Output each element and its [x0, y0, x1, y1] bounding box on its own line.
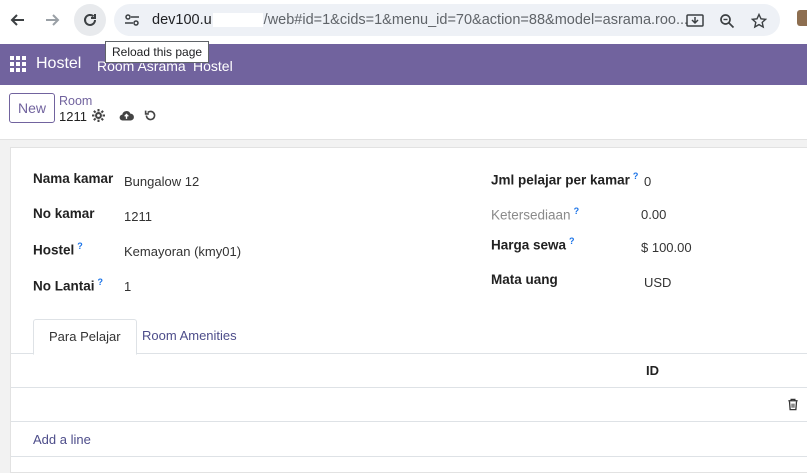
field-mata-uang[interactable]: USD — [644, 275, 671, 290]
app-name[interactable]: Hostel — [36, 55, 81, 73]
field-no-lantai[interactable]: 1 — [124, 279, 131, 294]
url-text: dev100.u/web#id=1&cids=1&menu_id=70&acti… — [152, 12, 688, 28]
bookmark-star-icon[interactable] — [748, 10, 770, 32]
tab-para-pelajar[interactable]: Para Pelajar — [33, 319, 137, 355]
cloud-save-icon[interactable] — [119, 109, 134, 125]
help-tooltip-icon[interactable]: ? — [569, 236, 575, 246]
record-name: 1211 — [59, 109, 87, 124]
extension-icon[interactable] — [797, 10, 807, 26]
notebook-tabs: Para Pelajar Room Amenities — [11, 319, 807, 355]
label-ketersediaan: Ketersediaan? — [491, 206, 580, 223]
forward-arrow-icon[interactable] — [38, 6, 66, 34]
label-hostel: Hostel? — [33, 241, 83, 258]
reload-tooltip: Reload this page — [105, 41, 210, 63]
label-harga-sewa: Harga sewa? — [491, 236, 575, 253]
new-button[interactable]: New — [9, 93, 55, 123]
browser-toolbar: dev100.u/web#id=1&cids=1&menu_id=70&acti… — [0, 0, 807, 44]
help-tooltip-icon[interactable]: ? — [574, 206, 580, 216]
reload-button[interactable] — [74, 4, 106, 36]
breadcrumb-room[interactable]: Room — [59, 94, 92, 108]
apps-grid-icon[interactable] — [10, 56, 26, 72]
zoom-icon[interactable] — [716, 10, 738, 32]
tab-room-amenities[interactable]: Room Amenities — [127, 319, 252, 354]
form-sheet: Nama kamar Bungalow 12 No kamar 1211 Hos… — [10, 147, 807, 473]
control-panel: New Room 1211 — [0, 85, 807, 140]
address-bar[interactable]: dev100.u/web#id=1&cids=1&menu_id=70&acti… — [114, 4, 780, 36]
label-nama-kamar: Nama kamar — [33, 171, 114, 186]
field-harga-sewa[interactable]: $ 100.00 — [641, 240, 692, 255]
reload-icon — [84, 13, 96, 26]
trash-icon[interactable] — [787, 398, 801, 412]
help-tooltip-icon[interactable]: ? — [98, 277, 104, 287]
install-app-icon[interactable] — [684, 10, 706, 32]
back-arrow-icon[interactable] — [4, 6, 32, 34]
url-host: dev100.u — [152, 12, 212, 28]
url-path: /web#id=1&cids=1&menu_id=70&action=88&mo… — [263, 12, 689, 28]
label-no-lantai: No Lantai? — [33, 277, 104, 294]
discard-undo-icon[interactable] — [144, 109, 157, 125]
field-jml-pelajar[interactable]: 0 — [644, 174, 651, 189]
table-row[interactable] — [11, 388, 807, 422]
list-header: ID — [11, 354, 807, 388]
help-tooltip-icon[interactable]: ? — [633, 171, 639, 181]
divider — [11, 456, 807, 457]
label-jml-pelajar: Jml pelajar per kamar? — [491, 171, 639, 188]
field-hostel[interactable]: Kemayoran (kmy01) — [124, 244, 241, 259]
column-header-id[interactable]: ID — [646, 363, 659, 378]
field-ketersediaan: 0.00 — [641, 207, 667, 222]
label-no-kamar: No kamar — [33, 206, 95, 221]
label-mata-uang: Mata uang — [491, 272, 558, 287]
site-settings-icon[interactable] — [122, 10, 142, 30]
add-a-line-link[interactable]: Add a line — [33, 432, 91, 447]
gear-icon[interactable] — [92, 109, 105, 125]
help-tooltip-icon[interactable]: ? — [77, 241, 83, 251]
redacted-block — [212, 13, 263, 27]
field-no-kamar[interactable]: 1211 — [124, 209, 152, 224]
field-nama-kamar[interactable]: Bungalow 12 — [124, 174, 199, 189]
